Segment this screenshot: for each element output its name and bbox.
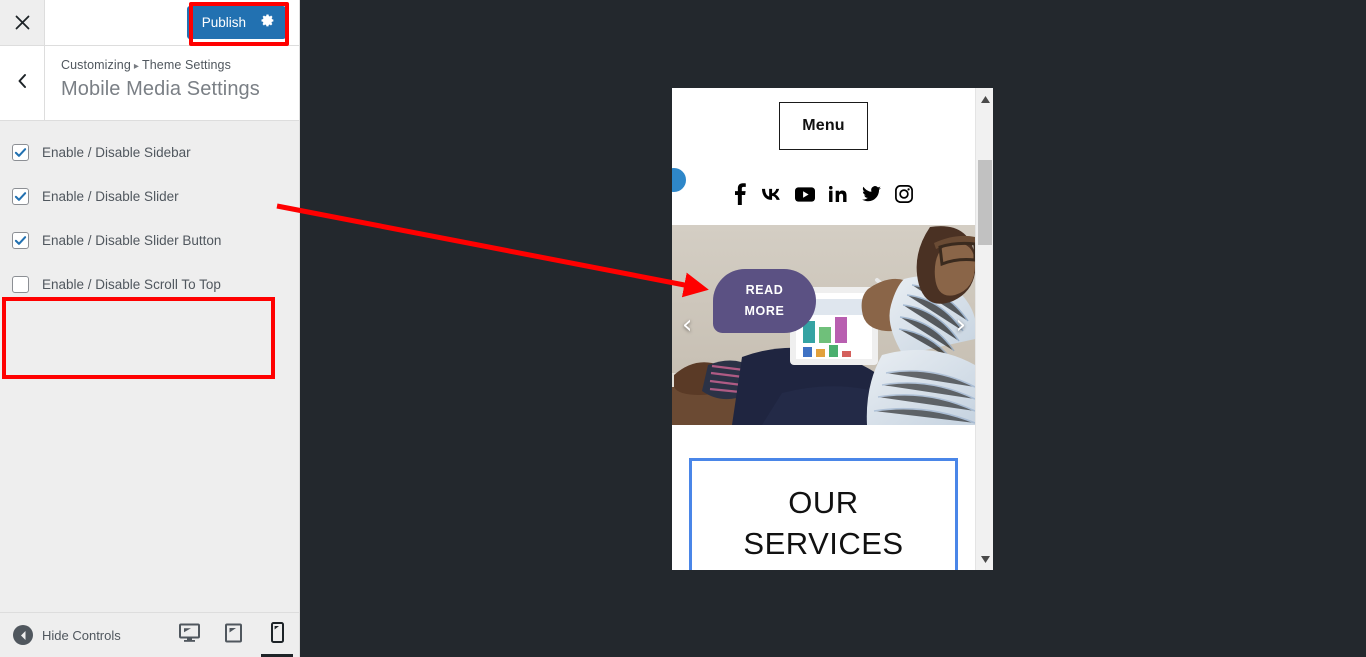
checkbox-slider-button[interactable] xyxy=(12,231,29,249)
site-header: Menu xyxy=(672,88,975,163)
linkedin-icon[interactable] xyxy=(829,186,848,202)
control-label-slider: Enable / Disable Slider xyxy=(42,188,179,204)
customizer-section-header: Customizing ▸ Theme Settings Mobile Media … xyxy=(0,46,299,121)
device-preview-switcher xyxy=(167,613,299,657)
hide-controls-label: Hide Controls xyxy=(42,627,121,643)
chevron-left-icon xyxy=(16,73,28,94)
breadcrumb-root[interactable]: Customizing xyxy=(61,58,131,72)
services-title-line1: OUR xyxy=(788,485,859,520)
control-label-slider-button: Enable / Disable Slider Button xyxy=(42,232,222,248)
device-button-mobile[interactable] xyxy=(255,613,299,657)
device-button-tablet[interactable] xyxy=(211,613,255,657)
close-icon xyxy=(15,15,30,30)
publish-button-label: Publish xyxy=(201,14,246,30)
mobile-icon xyxy=(270,622,284,648)
publish-button[interactable]: Publish xyxy=(186,5,286,40)
control-enable-disable-slider[interactable]: Enable / Disable Slider xyxy=(0,181,299,211)
read-more-line2: MORE xyxy=(744,304,785,318)
breadcrumb: Customizing ▸ Theme Settings xyxy=(61,58,260,72)
hide-controls-button[interactable]: Hide Controls xyxy=(0,625,121,645)
breadcrumb-separator: ▸ xyxy=(133,61,139,72)
scrollbar-thumb[interactable] xyxy=(978,160,992,245)
customizer-header: Publish xyxy=(0,0,299,46)
mobile-preview-frame: Menu ‹ › READ MORE OUR SERVICES xyxy=(672,88,993,570)
collapse-left-icon xyxy=(13,625,33,645)
checkbox-scroll-to-top[interactable] xyxy=(12,275,29,293)
publish-area: Publish xyxy=(45,0,299,45)
read-more-line1: READ xyxy=(745,283,784,298)
facebook-icon[interactable] xyxy=(734,183,747,205)
control-label-sidebar: Enable / Disable Sidebar xyxy=(42,144,191,160)
back-button[interactable] xyxy=(0,46,45,120)
homepage-slider: ‹ › READ MORE xyxy=(672,225,975,425)
youtube-icon[interactable] xyxy=(795,186,815,202)
gear-icon[interactable] xyxy=(260,13,275,33)
preview-stage: Menu ‹ › READ MORE OUR SERVICES xyxy=(300,0,1366,657)
customizer-footer: Hide Controls xyxy=(0,612,299,657)
device-button-desktop[interactable] xyxy=(167,613,211,657)
instagram-icon[interactable] xyxy=(895,185,913,203)
close-customizer-button[interactable] xyxy=(0,0,45,45)
checkbox-slider[interactable] xyxy=(12,187,29,205)
slider-read-more-button[interactable]: READ MORE xyxy=(713,269,816,333)
desktop-icon xyxy=(178,623,200,647)
section-title-block: Customizing ▸ Theme Settings Mobile Media … xyxy=(45,46,260,120)
menu-button[interactable]: Menu xyxy=(779,101,868,150)
customizer-screen: Publish Customizing ▸ Theme Settings Mob… xyxy=(0,0,1366,657)
vk-icon[interactable] xyxy=(761,187,781,201)
preview-scrollbar[interactable] xyxy=(975,88,993,570)
scrollbar-up-arrow[interactable] xyxy=(976,90,993,108)
services-section: OUR SERVICES xyxy=(689,458,958,570)
tablet-icon xyxy=(224,623,242,648)
checkbox-sidebar[interactable] xyxy=(12,143,29,161)
breadcrumb-parent[interactable]: Theme Settings xyxy=(142,58,231,72)
site-preview: Menu ‹ › READ MORE OUR SERVICES xyxy=(672,88,975,570)
customizer-panel: Publish Customizing ▸ Theme Settings Mob… xyxy=(0,0,300,657)
slider-prev-arrow[interactable]: ‹ xyxy=(682,312,692,338)
scrollbar-down-arrow[interactable] xyxy=(976,550,993,568)
control-enable-disable-slider-button[interactable]: Enable / Disable Slider Button xyxy=(0,225,299,255)
controls-list: Enable / Disable Sidebar Enable / Disabl… xyxy=(0,121,299,379)
social-icons-row xyxy=(672,163,975,225)
services-title-line2: SERVICES xyxy=(743,525,904,561)
slider-next-arrow[interactable]: › xyxy=(956,312,966,338)
control-enable-disable-scroll-to-top[interactable]: Enable / Disable Scroll To Top xyxy=(0,269,299,299)
services-spacer xyxy=(672,425,975,458)
control-enable-disable-sidebar[interactable]: Enable / Disable Sidebar xyxy=(0,137,299,167)
page-title: Mobile Media Settings xyxy=(61,78,260,100)
slider-controls-highlight xyxy=(2,297,275,379)
control-label-scroll-to-top: Enable / Disable Scroll To Top xyxy=(42,276,221,292)
twitter-icon[interactable] xyxy=(862,186,881,202)
